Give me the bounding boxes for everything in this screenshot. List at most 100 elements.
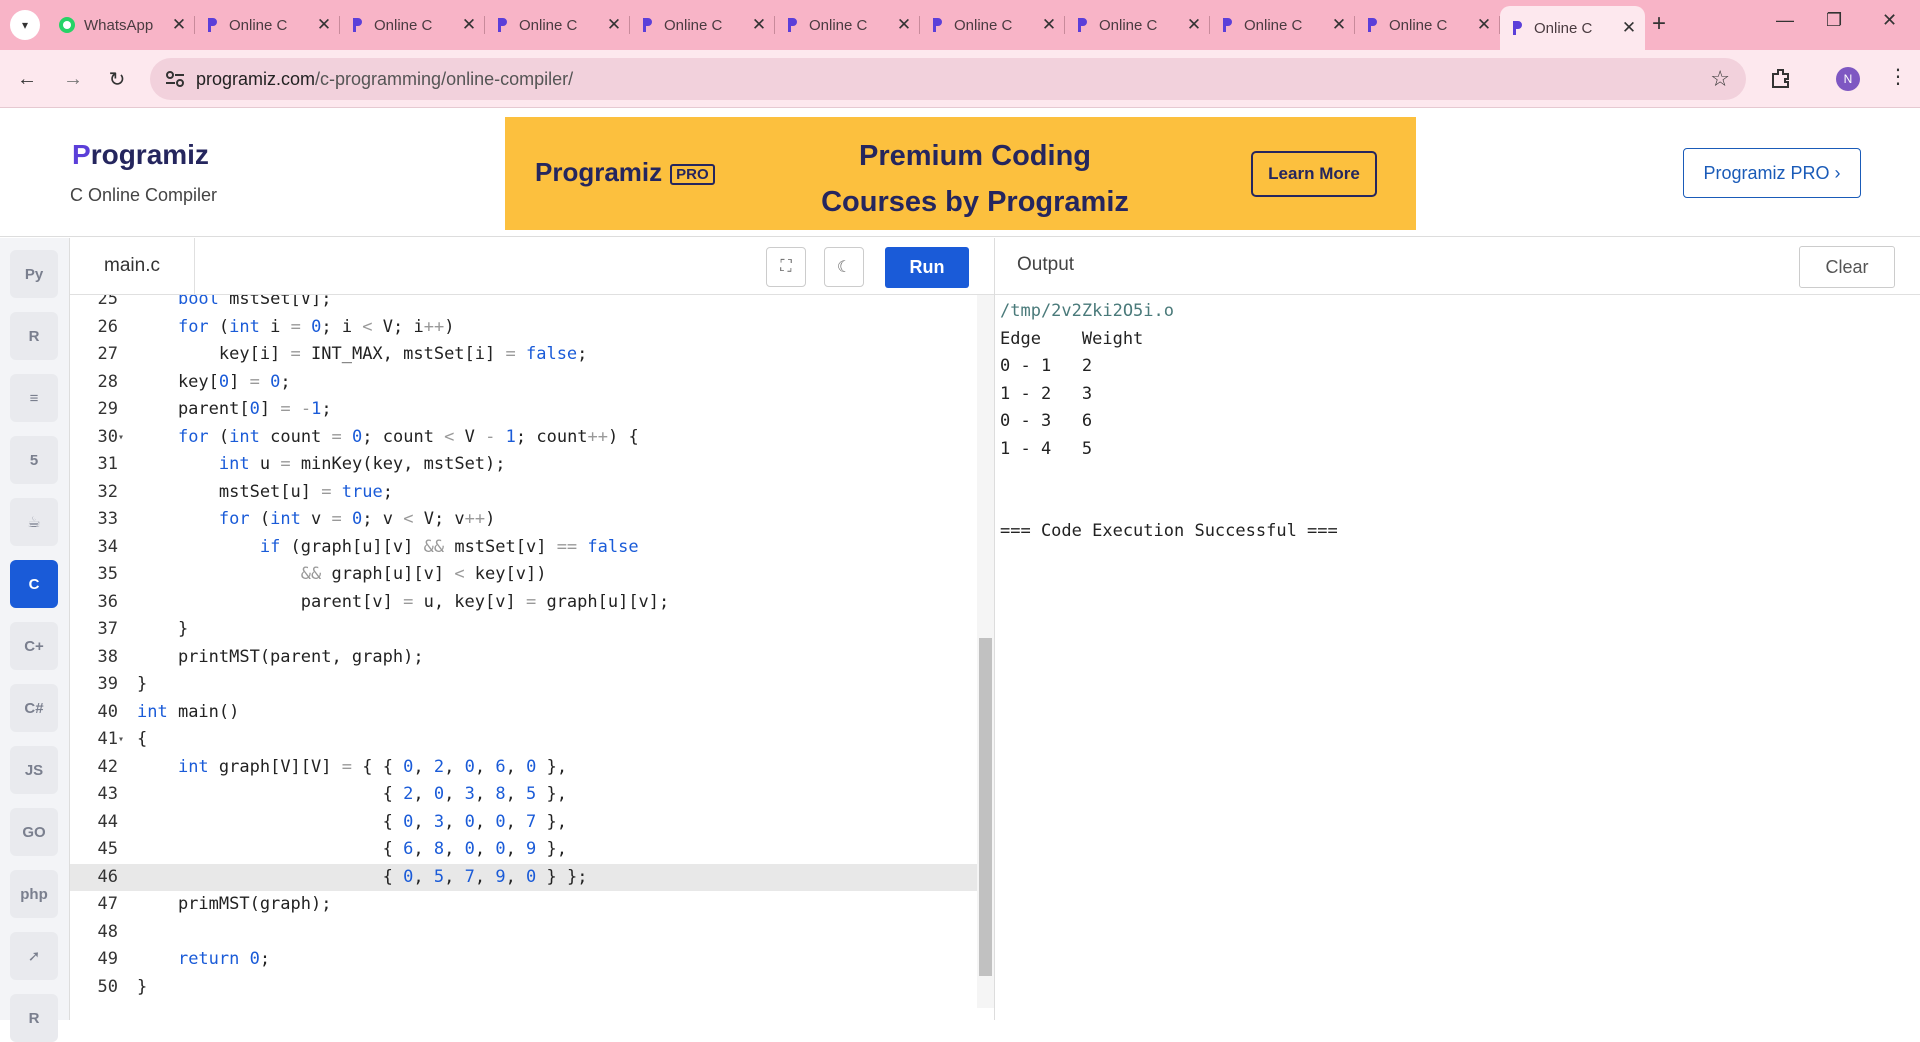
browser-tab[interactable]: Online C ✕ <box>630 8 775 42</box>
code-line[interactable]: 34 if (graph[u][v] && mstSet[v] == false <box>70 534 977 562</box>
code-line[interactable]: 41 ▾ { <box>70 726 977 754</box>
code-line[interactable]: 50} <box>70 974 977 1002</box>
pane-divider[interactable] <box>994 238 995 1020</box>
html-icon[interactable]: 5 <box>10 436 58 484</box>
code-line[interactable]: 36 parent[v] = u, key[v] = graph[u][v]; <box>70 589 977 617</box>
browser-tab[interactable]: WhatsApp ✕ <box>50 8 195 42</box>
code-line[interactable]: 29 parent[0] = -1; <box>70 396 977 424</box>
php-icon[interactable]: php <box>10 870 58 918</box>
editor-scroll-thumb[interactable] <box>979 638 992 976</box>
tab-close-icon[interactable]: ✕ <box>751 15 767 35</box>
editor-scrollbar[interactable] <box>977 295 994 1008</box>
tab-close-icon[interactable]: ✕ <box>1621 18 1637 38</box>
go-icon[interactable]: GO <box>10 808 58 856</box>
fullscreen-icon[interactable]: ⛶ <box>766 247 806 287</box>
code-line[interactable]: 25 bool mstSet[V]; <box>70 295 977 314</box>
java-icon[interactable]: ☕ <box>10 498 58 546</box>
promo-banner[interactable]: Programiz PRO Premium Coding Courses by Pr… <box>505 117 1416 230</box>
tab-close-icon[interactable]: ✕ <box>1331 15 1347 35</box>
code-line[interactable]: 48 <box>70 919 977 947</box>
code-line[interactable]: 37 } <box>70 616 977 644</box>
browser-tab[interactable]: Online C ✕ <box>195 8 340 42</box>
code-line[interactable]: 26 for (int i = 0; i < V; i++) <box>70 314 977 342</box>
programiz-icon <box>638 16 656 34</box>
browser-tab[interactable]: Online C ✕ <box>485 8 630 42</box>
tab-close-icon[interactable]: ✕ <box>461 15 477 35</box>
swift-icon[interactable]: ➚ <box>10 932 58 980</box>
tab-close-icon[interactable]: ✕ <box>896 15 912 35</box>
bookmark-star-icon[interactable]: ☆ <box>1710 66 1730 92</box>
dark-mode-icon[interactable]: ☾ <box>824 247 864 287</box>
forward-button[interactable]: → <box>56 62 90 96</box>
site-settings-icon[interactable] <box>164 68 186 90</box>
code-text: for (int v = 0; v < V; v++) <box>218 509 496 529</box>
code-text: key[i] = INT_MAX, mstSet[i] = false; <box>137 344 588 364</box>
line-number: 43 <box>97 784 118 804</box>
new-tab-button[interactable]: + <box>1652 10 1666 38</box>
language-sidebar: Py R ≡ 5 ☕ C C+ C# JS GO php ➚ R <box>0 238 70 1042</box>
browser-tab[interactable]: Online C ✕ <box>1210 8 1355 42</box>
clear-button[interactable]: Clear <box>1799 246 1895 288</box>
browser-tab[interactable]: Online C ✕ <box>920 8 1065 42</box>
code-line[interactable]: 31 int u = minKey(key, mstSet); <box>70 451 977 479</box>
fold-toggle-icon[interactable]: ▾ <box>118 726 124 754</box>
code-line[interactable]: 32 mstSet[u] = true; <box>70 479 977 507</box>
code-line[interactable]: 49 return 0; <box>70 946 977 974</box>
cpp-icon[interactable]: C+ <box>10 622 58 670</box>
tab-close-icon[interactable]: ✕ <box>1186 15 1202 35</box>
code-text: { 0, 3, 0, 0, 7 }, <box>137 811 568 832</box>
run-button[interactable]: Run <box>885 247 969 288</box>
code-line[interactable]: 45 { 6, 8, 0, 0, 9 }, <box>70 836 977 864</box>
code-line[interactable]: 39} <box>70 671 977 699</box>
csharp-icon[interactable]: C# <box>10 684 58 732</box>
fold-toggle-icon[interactable]: ▾ <box>118 424 124 452</box>
code-line[interactable]: 40 int main() <box>70 699 977 727</box>
browser-tab[interactable]: Online C ✕ <box>775 8 920 42</box>
close-window-button[interactable]: ✕ <box>1882 10 1897 31</box>
code-line[interactable]: 43 { 2, 0, 3, 8, 5 }, <box>70 781 977 809</box>
code-line[interactable]: 44 { 0, 3, 0, 0, 7 }, <box>70 809 977 837</box>
file-tab-main[interactable]: main.c <box>70 238 195 294</box>
programiz-logo[interactable]: Programiz <box>72 139 209 171</box>
code-line[interactable]: 38 printMST(parent, graph); <box>70 644 977 672</box>
code-line[interactable]: 42 int graph[V][V] = { { 0, 2, 0, 6, 0 }… <box>70 754 977 782</box>
tab-close-icon[interactable]: ✕ <box>171 15 187 35</box>
r-icon[interactable]: R <box>10 312 58 360</box>
back-button[interactable]: ← <box>10 62 44 96</box>
learn-more-button[interactable]: Learn More <box>1251 151 1377 197</box>
tab-search-button[interactable]: ▾ <box>10 10 40 40</box>
browser-tab[interactable]: Online C ✕ <box>340 8 485 42</box>
browser-tab[interactable]: Online C ✕ <box>1500 6 1645 50</box>
code-line[interactable]: 35 && graph[u][v] < key[v]) <box>70 561 977 589</box>
minimize-button[interactable]: — <box>1776 10 1794 31</box>
programiz-pro-button[interactable]: Programiz PRO › <box>1683 148 1861 198</box>
extensions-icon[interactable] <box>1768 65 1794 91</box>
restore-button[interactable]: ❐ <box>1826 10 1842 31</box>
code-line[interactable]: 28 key[0] = 0; <box>70 369 977 397</box>
python-icon[interactable]: Py <box>10 250 58 298</box>
javascript-icon[interactable]: JS <box>10 746 58 794</box>
tab-close-icon[interactable]: ✕ <box>316 15 332 35</box>
code-line[interactable]: 46 { 0, 5, 7, 9, 0 } }; <box>70 863 977 891</box>
code-line[interactable]: 27 key[i] = INT_MAX, mstSet[i] = false; <box>70 341 977 369</box>
browser-menu-icon[interactable]: ⋮ <box>1888 64 1908 89</box>
profile-avatar[interactable]: N <box>1836 67 1860 91</box>
code-line[interactable]: 30 ▾ for (int count = 0; count < V - 1; c… <box>70 424 977 452</box>
browser-tab[interactable]: Online C ✕ <box>1355 8 1500 42</box>
line-number: 49 <box>97 949 118 969</box>
rust-icon[interactable]: R <box>10 994 58 1042</box>
code-line[interactable]: 33 for (int v = 0; v < V; v++) <box>70 506 977 534</box>
programiz-icon <box>1508 19 1526 37</box>
tab-close-icon[interactable]: ✕ <box>1476 15 1492 35</box>
c-icon[interactable]: C <box>10 560 58 608</box>
address-bar[interactable]: programiz.com/c-programming/online-compi… <box>150 58 1746 100</box>
code-line[interactable]: 47 primMST(graph); <box>70 891 977 919</box>
tab-close-icon[interactable]: ✕ <box>606 15 622 35</box>
tab-close-icon[interactable]: ✕ <box>1041 15 1057 35</box>
code-text: int graph[V][V] = { { 0, 2, 0, 6, 0 }, <box>177 756 568 777</box>
sql-icon[interactable]: ≡ <box>10 374 58 422</box>
code-text: { <box>137 729 148 749</box>
reload-button[interactable]: ↻ <box>100 62 134 96</box>
browser-tab[interactable]: Online C ✕ <box>1065 8 1210 42</box>
code-editor[interactable]: 25 bool mstSet[V]; 26 for (int i = 0; i <… <box>70 295 977 1020</box>
